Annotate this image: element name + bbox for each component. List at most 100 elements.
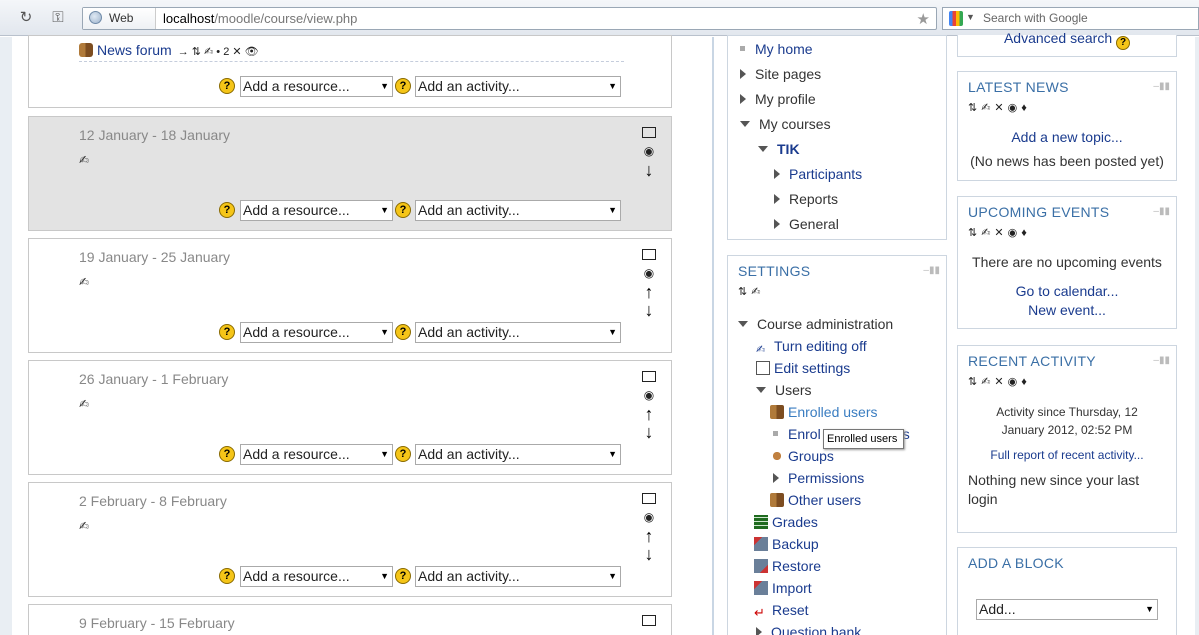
reload-icon[interactable]: ↻ (16, 9, 36, 27)
help-icon[interactable]: ? (395, 202, 411, 218)
nav-my-courses[interactable]: My courses (740, 116, 831, 132)
nav-my-home[interactable]: My home (740, 41, 813, 57)
course-administration[interactable]: Course administration (738, 316, 893, 332)
collapse-icon (740, 121, 750, 127)
users-node[interactable]: Users (756, 382, 812, 398)
nav-site-pages[interactable]: Site pages (740, 66, 821, 82)
enrolled-users-link[interactable]: Enrolled users (770, 404, 878, 420)
chevron-down-icon[interactable]: ▼ (966, 12, 975, 22)
import-link[interactable]: Import (754, 580, 812, 596)
move-down-icon[interactable]: ↓ (641, 423, 657, 441)
expand-icon (774, 219, 780, 229)
permissions-link[interactable]: Permissions (773, 470, 864, 486)
show-only-section-icon[interactable] (642, 615, 656, 626)
show-only-section-icon[interactable] (642, 249, 656, 260)
restore-link[interactable]: Restore (754, 558, 821, 574)
full-report-link[interactable]: Full report of recent activity... (958, 448, 1176, 462)
block-edit-icons[interactable]: ⇅✍✕◉♦ (968, 375, 1031, 388)
advanced-search-link[interactable]: Advanced search ? (958, 30, 1176, 50)
add-new-topic-link[interactable]: Add a new topic... (958, 129, 1176, 145)
new-event-link[interactable]: New event... (958, 302, 1176, 318)
add-activity-select[interactable]: Add an activity... ▼ (415, 200, 621, 221)
course-section: 12 January - 18 January ✍ ◉ ↓ ? Add a re… (28, 116, 672, 231)
help-icon[interactable]: ? (219, 78, 235, 94)
add-block-select[interactable]: Add... ▼ (976, 599, 1158, 620)
add-activity-label: Add an activity... (418, 78, 520, 94)
search-box[interactable]: ▼ Search with Google (942, 7, 1199, 30)
key-icon[interactable]: ⚿ (48, 9, 68, 27)
reset-link[interactable]: ↵ Reset (754, 602, 809, 620)
bookmark-star-icon[interactable]: ★ (917, 10, 930, 28)
add-resource-label: Add a resource... (243, 78, 350, 94)
eye-icon[interactable]: ◉ (641, 389, 657, 401)
add-resource-select[interactable]: Add a resource... ▼ (240, 444, 393, 465)
settings-edit-icons[interactable]: ⇅✍ (738, 285, 764, 298)
move-down-icon[interactable]: ↓ (641, 545, 657, 563)
edit-settings-link[interactable]: Edit settings (756, 360, 850, 376)
eye-icon[interactable]: ◉ (641, 511, 657, 523)
eye-icon[interactable]: ◉ (641, 145, 657, 157)
forum-edit-icons[interactable]: → ⇅ ✍ • 2 ✕ 👁 (178, 46, 259, 58)
groups-link[interactable]: Groups (770, 448, 834, 464)
go-to-calendar-link[interactable]: Go to calendar... (958, 283, 1176, 299)
block-edit-icons[interactable]: ⇅✍✕◉♦ (968, 226, 1031, 239)
block-edit-icons[interactable]: ⇅✍✕◉♦ (968, 101, 1031, 114)
help-icon[interactable]: ? (219, 324, 235, 340)
chevron-down-icon: ▼ (380, 449, 389, 459)
google-icon[interactable] (949, 11, 963, 26)
add-activity-select[interactable]: Add an activity... ▼ (415, 566, 621, 587)
show-only-section-icon[interactable] (642, 493, 656, 504)
add-resource-select[interactable]: Add a resource... ▼ (240, 76, 393, 97)
help-icon[interactable]: ? (219, 202, 235, 218)
block-controls-icon[interactable]: –▮▮ (1153, 81, 1170, 92)
chevron-down-icon: ▼ (380, 81, 389, 91)
users-label: Users (775, 382, 812, 398)
expand-icon (756, 627, 762, 635)
news-forum-link[interactable]: News forum (97, 42, 172, 58)
move-down-icon[interactable]: ↓ (641, 161, 657, 179)
url-text[interactable]: localhost/moodle/course/view.php (163, 8, 357, 29)
add-activity-select[interactable]: Add an activity... ▼ (415, 322, 621, 343)
help-icon[interactable]: ? (395, 446, 411, 462)
nav-participants[interactable]: Participants (774, 166, 862, 182)
move-up-icon[interactable]: ↑ (641, 527, 657, 545)
grades-link[interactable]: Grades (754, 514, 818, 530)
other-users-link[interactable]: Other users (770, 492, 861, 508)
help-icon[interactable]: ? (395, 568, 411, 584)
block-controls-icon[interactable]: –▮▮ (1153, 355, 1170, 366)
help-icon[interactable]: ? (395, 78, 411, 94)
block-controls-icon[interactable]: –▮▮ (1153, 206, 1170, 217)
help-icon[interactable]: ? (395, 324, 411, 340)
question-bank-node[interactable]: Question bank (756, 624, 861, 635)
help-icon[interactable]: ? (219, 446, 235, 462)
add-resource-select[interactable]: Add a resource... ▼ (240, 322, 393, 343)
help-icon[interactable]: ? (219, 568, 235, 584)
block-controls-icon[interactable]: –▮▮ (923, 265, 940, 276)
nav-reports[interactable]: Reports (774, 191, 838, 207)
eye-icon[interactable]: ◉ (641, 267, 657, 279)
move-up-icon[interactable]: ↑ (641, 405, 657, 423)
show-only-section-icon[interactable] (642, 127, 656, 138)
backup-link[interactable]: Backup (754, 536, 819, 552)
add-activity-select[interactable]: Add an activity... ▼ (415, 444, 621, 465)
edit-summary-icon[interactable]: ✍ (79, 397, 89, 411)
add-activity-select[interactable]: Add an activity... ▼ (415, 76, 621, 97)
chevron-down-icon: ▼ (380, 327, 389, 337)
turn-editing-off-label: Turn editing off (774, 338, 867, 354)
edit-summary-icon[interactable]: ✍ (79, 275, 89, 289)
nav-course-tik[interactable]: TIK (758, 141, 800, 157)
show-only-section-icon[interactable] (642, 371, 656, 382)
edit-summary-icon[interactable]: ✍ (79, 519, 89, 533)
nav-general[interactable]: General (774, 216, 839, 232)
turn-editing-off-link[interactable]: ✍ Turn editing off (756, 338, 867, 357)
add-resource-select[interactable]: Add a resource... ▼ (240, 200, 393, 221)
move-down-icon[interactable]: ↓ (641, 301, 657, 319)
address-bar[interactable]: Web localhost/moodle/course/view.php ★ (82, 7, 937, 30)
site-identity[interactable]: Web (83, 8, 156, 29)
nav-my-profile[interactable]: My profile (740, 91, 816, 107)
edit-summary-icon[interactable]: ✍ (79, 153, 89, 167)
help-icon[interactable]: ? (1116, 36, 1131, 50)
move-up-icon[interactable]: ↑ (641, 283, 657, 301)
add-resource-select[interactable]: Add a resource... ▼ (240, 566, 393, 587)
course-section: 26 January - 1 February ✍ ◉ ↑ ↓ ? Add a … (28, 360, 672, 475)
